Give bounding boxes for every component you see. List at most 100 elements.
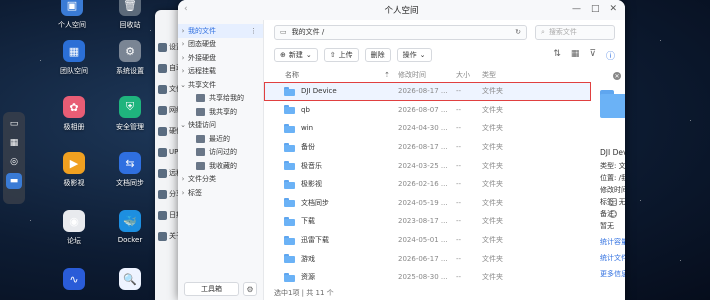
gear-icon[interactable]: ⚙ [243,282,257,296]
sort-icon[interactable]: ⇅ [553,49,561,62]
desktop-app[interactable]: ◉ 论坛 [44,210,104,246]
folder-outline-icon: ▭ [280,28,287,36]
more-info-link[interactable]: 更多信息 [600,268,625,280]
sidebar-item[interactable]: 访问过的 [178,146,263,160]
plus-icon: ⊕ [280,51,286,59]
app-icon: 🔍 [119,268,141,290]
sidebar-item[interactable]: 最近的 [178,132,263,146]
close-icon[interactable]: ✕ [609,4,617,14]
search-input[interactable]: ⌕ 搜索文件 [535,24,615,40]
chevron-icon[interactable]: › [178,40,188,48]
sidebar-item[interactable]: ⌄ 共享文件 [178,78,263,92]
desktop-app[interactable]: ✿ 极相册 [44,96,104,132]
chevron-icon[interactable]: ⌄ [178,121,188,129]
dock-task-icon[interactable]: ◎ [6,154,22,170]
delete-button[interactable]: 删除 [364,48,391,62]
window-titlebar[interactable]: ‹ 个人空间 — □ ✕ [178,0,625,20]
settings-nav-icon [158,126,167,136]
detail-panel: ✕ DJI Device 类型: 文件夹 (普通文件夹) 位置: /我的文件 修… [594,68,625,300]
file-time: 2026-08-07 ... [398,105,448,114]
sidebar-item[interactable]: › 我的文件 ⋮ [178,24,263,38]
file-row[interactable]: 下载 2023-08-17 ... -- 文件夹 [264,212,591,231]
upload-button[interactable]: ⇧ 上传 [323,48,359,62]
file-size: -- [456,105,462,114]
desktop-app[interactable]: ⇆ 文档同步 [100,152,160,188]
desktop-app[interactable]: ∿ [44,268,104,294]
chevron-icon[interactable]: › [178,189,188,197]
column-size[interactable]: 大小 [454,70,482,80]
stat-count-link[interactable]: 统计文件数量 [600,252,625,264]
detail-note-value: 暂无 [600,222,614,230]
file-row[interactable]: DJI Device 2026-08-17 ... -- 文件夹 [264,82,591,101]
desktop-app[interactable]: 🗑 回收站 [100,0,160,30]
app-label: 文档同步 [116,179,144,187]
file-row[interactable]: 资源 2025-08-30 ... -- 文件夹 [264,268,591,287]
toolbox-button[interactable]: 工具箱 [184,282,239,296]
sidebar-item[interactable]: ⌄ 快捷访问 [178,119,263,133]
file-size: -- [456,143,462,152]
add-tag-icon[interactable]: + [609,198,617,206]
sidebar-item[interactable]: 我收藏的 [178,159,263,173]
refresh-icon[interactable]: ↻ [515,28,521,36]
search-placeholder: 搜索文件 [548,28,577,36]
stat-capacity-link[interactable]: 统计容量 [600,236,625,248]
dock-window-icon[interactable]: ▭ [6,116,22,132]
desktop-app[interactable]: ▣ 个人空间 [42,0,102,30]
app-label: 团队空间 [60,67,88,75]
desktop-app[interactable]: ▦ 团队空间 [44,40,104,76]
more-icon[interactable]: ⋮ [250,27,257,35]
file-row[interactable]: 备份 2026-08-17 ... -- 文件夹 [264,138,591,157]
file-row[interactable]: win 2024-04-30 ... -- 文件夹 [264,119,591,138]
file-row[interactable]: 游戏 2026-06-17 ... -- 文件夹 [264,249,591,268]
dock-apps-icon[interactable]: ▦ [6,135,22,151]
sidebar-item[interactable]: 共享给我的 [178,92,263,106]
search-icon: ⌕ [541,27,545,36]
file-size: -- [456,217,462,226]
desktop-app[interactable]: 🐳 Docker [100,210,160,244]
maximize-icon[interactable]: □ [591,4,600,14]
sidebar-item[interactable]: › 团态硬盘 [178,38,263,52]
sidebar-item[interactable]: › 文件分类 [178,173,263,187]
column-type[interactable]: 类型 [482,70,512,80]
chevron-icon[interactable]: › [178,27,188,35]
detail-location: 位置: /我的文件 [600,174,625,182]
file-row[interactable]: qb 2026-08-07 ... -- 文件夹 [264,101,591,120]
file-row[interactable]: 文档同步 2024-05-19 ... -- 文件夹 [264,194,591,213]
sidebar-item[interactable]: 我共享的 [178,105,263,119]
file-time: 2026-06-17 ... [398,254,448,263]
desktop-app[interactable]: ⚙ 系统设置 [100,40,160,76]
sidebar-item[interactable]: › 标签 [178,186,263,200]
file-size: -- [456,236,462,245]
dock-folder-icon[interactable]: ▬ [6,173,22,189]
new-button[interactable]: ⊕ 新建 ⌄ [274,48,318,62]
action-button[interactable]: 操作 ⌄ [396,48,432,62]
file-row[interactable]: 迅雷下载 2024-05-01 ... -- 文件夹 [264,231,591,250]
file-row[interactable]: 极影视 2026-02-16 ... -- 文件夹 [264,175,591,194]
minimize-icon[interactable]: — [572,4,581,14]
info-icon[interactable]: ⓘ [606,49,615,62]
chevron-icon[interactable]: › [178,54,188,62]
app-label: 系统设置 [116,67,144,75]
folder-icon [284,272,295,282]
edit-note-icon[interactable]: … [609,210,617,218]
chevron-icon[interactable]: › [178,67,188,75]
folder-icon [284,105,295,115]
file-row[interactable]: 极音乐 2024-03-25 ... -- 文件夹 [264,156,591,175]
desktop-app[interactable]: ▶ 极影视 [44,152,104,188]
nav-back-icon[interactable]: ‹ [184,4,188,14]
address-bar[interactable]: ▭ 我的文件 / ↻ [274,24,527,40]
grid-view-icon[interactable]: ▦ [571,49,580,62]
sidebar-item[interactable]: › 外接硬盘 [178,51,263,65]
desktop-app[interactable]: ⛨ 安全管理 [100,96,160,132]
file-size: -- [456,124,462,133]
close-detail-icon[interactable]: ✕ [613,72,621,80]
filter-icon[interactable]: ⊽ [589,49,596,62]
chevron-icon[interactable]: ⌄ [178,81,188,89]
chevron-icon[interactable]: › [178,175,188,183]
sort-asc-icon[interactable]: ⇡ [384,71,390,79]
file-name: 游戏 [301,254,315,263]
column-time[interactable]: 修改时间 [398,70,454,80]
sidebar-item[interactable]: › 远程挂载 [178,65,263,79]
desktop-app[interactable]: 🔍 [100,268,160,294]
column-name[interactable]: 名称 [285,70,299,80]
